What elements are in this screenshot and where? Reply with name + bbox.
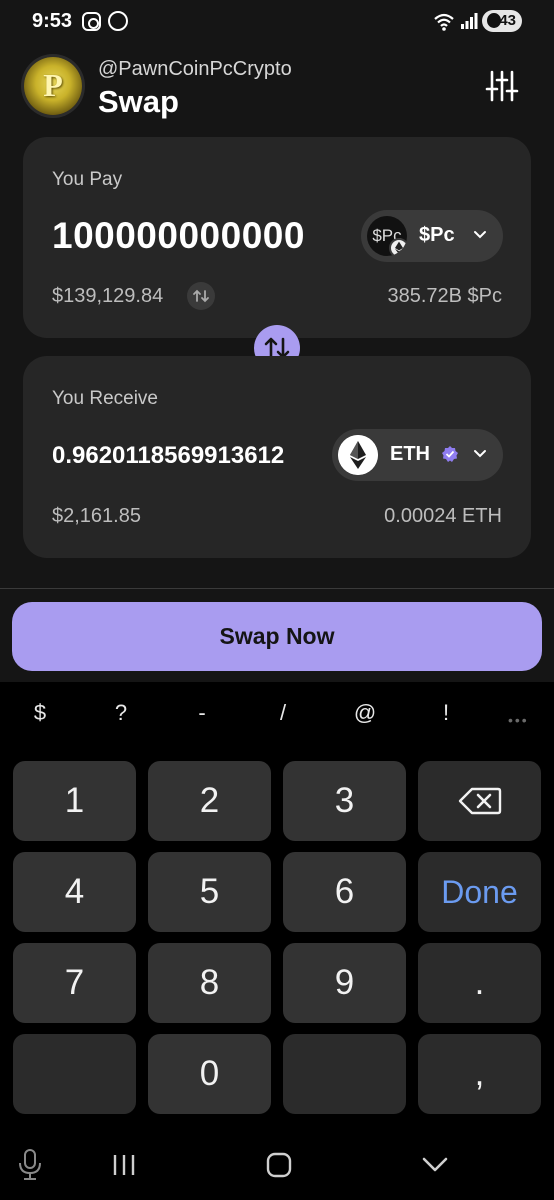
pay-token-selector[interactable]: $Pc $Pc [361,210,503,262]
battery-level: 43 [499,12,516,29]
wifi-icon [434,13,454,31]
battery-saver-icon [487,13,501,28]
status-time: 9:53 [32,10,73,32]
key-period[interactable]: . [418,943,541,1023]
receive-amount: 0.9620118569913612 [52,442,285,469]
receive-card: You Receive 0.9620118569913612 ETH $2,16… [23,356,531,558]
receive-label: You Receive [52,388,158,409]
system-nav-bar [0,1130,554,1200]
chevron-down-icon [474,450,486,458]
backspace-icon [458,787,501,815]
symbol-row: $ ? - / @ ! ••• [0,700,554,736]
key-at[interactable]: @ [335,700,395,726]
key-8[interactable]: 8 [148,943,271,1023]
pay-label: You Pay [52,169,123,190]
back-chevron-icon[interactable] [421,1156,449,1174]
key-1[interactable]: 1 [13,761,136,841]
status-bar: 9:53 43 [0,0,554,44]
home-icon[interactable] [266,1152,292,1178]
recent-apps-icon[interactable] [111,1153,137,1177]
avatar[interactable]: P [24,57,82,115]
done-key[interactable]: Done [418,852,541,932]
pay-card: You Pay 100000000000 $Pc $Pc $139,129.84… [23,137,531,338]
key-3[interactable]: 3 [283,761,406,841]
logo-letter: P [43,67,63,103]
swap-now-button[interactable]: Swap Now [12,602,542,671]
page-title: Swap [98,84,179,119]
key-blank-2 [283,1034,406,1114]
key-question[interactable]: ? [91,700,151,726]
key-6[interactable]: 6 [283,852,406,932]
key-slash[interactable]: / [253,700,313,726]
account-handle: @PawnCoinPcCrypto [98,58,292,80]
key-blank [13,1034,136,1114]
key-7[interactable]: 7 [13,943,136,1023]
receive-usd-value: $2,161.85 [52,505,141,527]
numeric-keyboard: $ ? - / @ ! ••• 1 2 3 4 5 6 Done 7 8 9 .… [0,682,554,1200]
verified-badge-icon [442,446,458,462]
receive-token-name: ETH [390,443,430,465]
pay-usd-value: $139,129.84 [52,285,164,307]
settings-sliders-icon[interactable] [484,68,520,104]
key-9[interactable]: 9 [283,943,406,1023]
eth-token-icon [338,435,378,475]
divider [0,588,554,589]
key-comma[interactable]: , [418,1034,541,1114]
key-dollar[interactable]: $ [10,700,70,726]
key-dash[interactable]: - [172,700,232,726]
key-5[interactable]: 5 [148,852,271,932]
signal-icon [461,13,478,29]
refresh-rate-icon[interactable] [187,282,215,310]
pay-balance: 385.72B $Pc [387,285,502,307]
battery-indicator: 43 [482,10,522,32]
microphone-icon[interactable] [17,1148,43,1182]
backspace-key[interactable] [418,761,541,841]
pay-token-name: $Pc [419,224,455,246]
whatsapp-notification-icon [108,11,128,31]
chevron-down-icon [474,231,486,239]
eth-network-badge-icon [389,238,407,256]
key-2[interactable]: 2 [148,761,271,841]
key-exclamation[interactable]: ! [416,700,476,726]
key-4[interactable]: 4 [13,852,136,932]
receive-balance: 0.00024 ETH [384,505,502,527]
instagram-notification-icon [82,12,101,31]
pc-token-icon: $Pc [367,216,407,256]
key-0[interactable]: 0 [148,1034,271,1114]
pay-amount-input[interactable]: 100000000000 [52,215,305,257]
more-symbols-icon[interactable]: ••• [508,712,529,728]
receive-token-selector[interactable]: ETH [332,429,503,481]
